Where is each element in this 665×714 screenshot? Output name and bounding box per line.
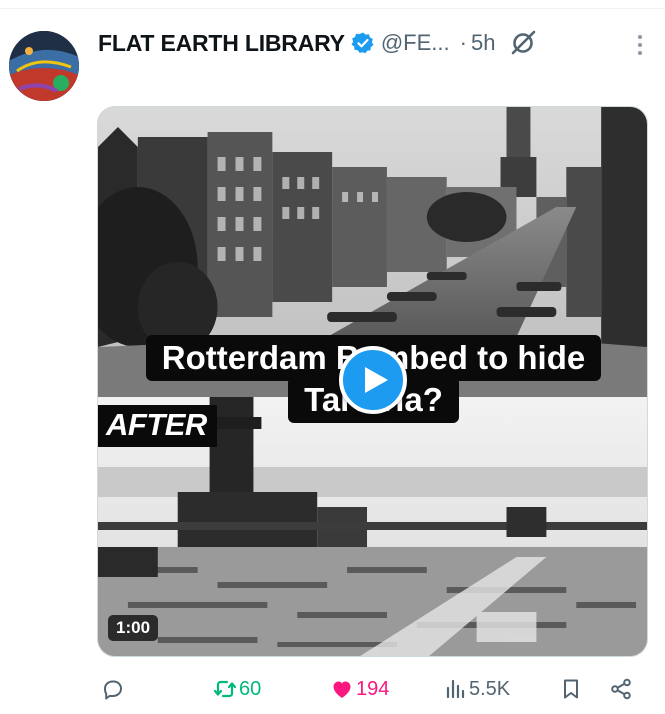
repost-count: 60 <box>239 677 262 700</box>
tweet-header: FLAT EARTH LIBRARY @FE... · 5h <box>98 26 645 60</box>
reply-icon <box>104 680 122 700</box>
play-icon <box>364 367 388 393</box>
share-icon <box>611 678 631 700</box>
video-duration: 1:00 <box>108 615 159 641</box>
author-handle[interactable]: @FE... <box>381 30 450 56</box>
grok-icon[interactable] <box>509 29 537 57</box>
post-time[interactable]: 5h <box>471 30 495 56</box>
bookmark-icon <box>564 679 578 699</box>
views-count: 5.5K <box>469 677 511 700</box>
author-display-name[interactable]: FLAT EARTH LIBRARY <box>98 30 345 57</box>
more-vertical-icon[interactable] <box>637 34 643 56</box>
views-button[interactable]: 5.5K <box>443 674 510 704</box>
after-label: AFTER <box>98 405 217 447</box>
avatar-earth-image <box>9 31 79 101</box>
share-button[interactable] <box>609 674 633 704</box>
like-button[interactable]: 194 <box>330 674 389 704</box>
verified-badge-icon[interactable] <box>351 31 375 55</box>
views-icon <box>446 679 465 699</box>
author-avatar[interactable] <box>9 31 79 101</box>
play-button[interactable] <box>339 346 407 414</box>
like-count: 194 <box>356 677 390 700</box>
separator-dot: · <box>459 30 467 55</box>
reply-button[interactable] <box>101 674 125 704</box>
repost-icon <box>213 680 237 698</box>
tweet-actions: 60 194 5.5K <box>97 674 642 704</box>
repost-button[interactable]: 60 <box>213 674 261 704</box>
video-player[interactable]: Rotterdam Bombed to hide Tartaria? AFTER… <box>97 106 648 657</box>
top-divider <box>0 8 665 9</box>
bookmark-button[interactable] <box>559 674 583 704</box>
heart-filled-icon <box>333 681 351 698</box>
